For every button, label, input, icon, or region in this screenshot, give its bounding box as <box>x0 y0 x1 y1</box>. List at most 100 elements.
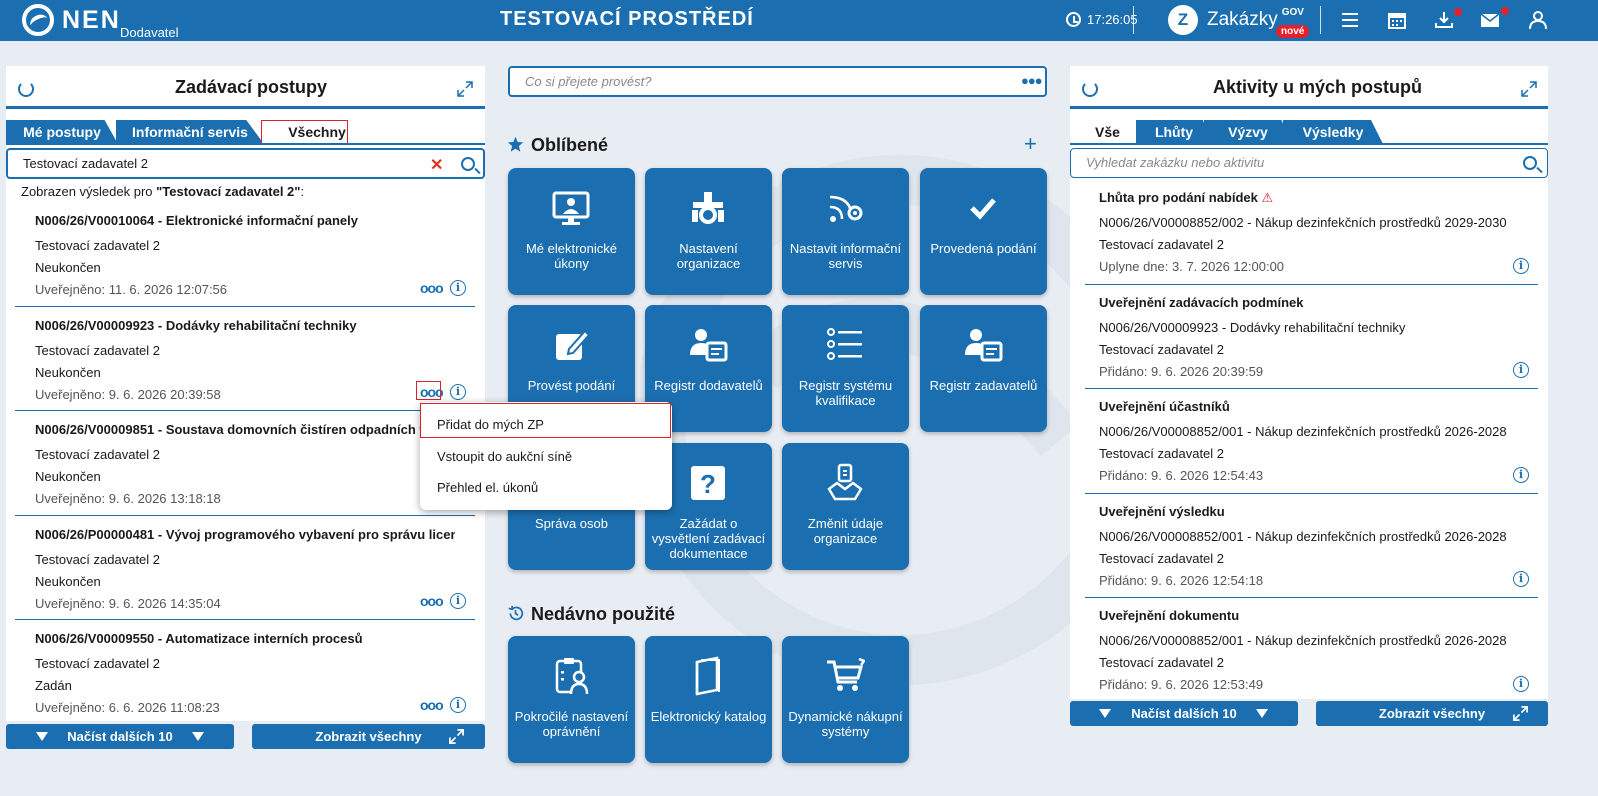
info-icon[interactable]: i <box>1513 676 1529 692</box>
activities-search[interactable]: Vyhledat zakázku nebo aktivitu <box>1070 148 1548 178</box>
command-placeholder: Co si přejete provést? <box>525 74 652 89</box>
info-icon[interactable]: i <box>1513 467 1529 483</box>
activity-item[interactable]: Uveřejnění dokumentu N006/26/V00008852/0… <box>1099 608 1539 696</box>
more-icon[interactable]: ooo <box>420 697 444 713</box>
activity-ref: N006/26/V00008852/001 - Nákup dezinfekčn… <box>1099 529 1507 544</box>
person-card-icon <box>965 329 1003 362</box>
info-icon[interactable]: i <box>450 593 466 609</box>
chevron-down-icon <box>1256 709 1268 718</box>
tile-organization-settings[interactable]: Nastavení organizace <box>645 168 772 295</box>
show-all-button[interactable]: Zobrazit všechny <box>252 724 485 749</box>
procedure-item[interactable]: N006/26/V00009923 - Dodávky rehabilitačn… <box>35 318 475 406</box>
menu-item-electronic-actions-overview[interactable]: Přehled el. úkonů <box>437 480 538 495</box>
procedure-title[interactable]: N006/26/V00009851 - Soustava domovních č… <box>35 422 425 444</box>
tab-calls[interactable]: Výzvy <box>1204 120 1292 144</box>
info-icon[interactable]: i <box>1513 258 1529 274</box>
search-input-value[interactable]: Testovací zadavatel 2 <box>23 156 148 171</box>
calendar-icon[interactable] <box>1387 11 1407 29</box>
procedure-date: Uveřejněno: 11. 6. 2026 12:07:56 <box>35 282 228 297</box>
tile-info-service-settings[interactable]: Nastavit informační servis <box>782 168 909 295</box>
activity-item[interactable]: Uveřejnění účastníků N006/26/V00008852/0… <box>1099 399 1539 487</box>
activity-title[interactable]: Uveřejnění zadávacích podmínek <box>1099 295 1489 317</box>
procedure-item[interactable]: N006/26/V00010064 - Elektronické informa… <box>35 213 475 301</box>
show-all-label: Zobrazit všechny <box>315 729 422 744</box>
tile-my-electronic-actions[interactable]: Mé elektronické úkony <box>508 168 635 295</box>
tile-electronic-catalog[interactable]: Elektronický katalog <box>645 636 772 763</box>
procedure-status: Neukončen <box>35 365 101 380</box>
clear-icon[interactable]: ✕ <box>430 155 443 175</box>
refresh-icon[interactable] <box>18 81 34 97</box>
tab-all-activities[interactable]: Vše <box>1070 120 1145 144</box>
menu-icon[interactable] <box>1340 11 1360 29</box>
activity-org: Testovací zadavatel 2 <box>1099 342 1225 357</box>
load-more-activities-button[interactable]: Načíst dalších 10 <box>1070 701 1298 726</box>
info-icon[interactable]: i <box>450 280 466 296</box>
highlight-frame <box>416 381 441 400</box>
checkmark-icon <box>970 198 996 220</box>
show-all-activities-button[interactable]: Zobrazit všechny <box>1316 701 1548 726</box>
expand-icon[interactable] <box>1520 80 1538 98</box>
tile-advanced-permissions[interactable]: Pokročilé nastavení oprávnění <box>508 636 635 763</box>
activity-title[interactable]: Lhůta pro podání nabídek <box>1099 190 1258 205</box>
activity-title[interactable]: Uveřejnění výsledku <box>1099 504 1489 526</box>
procedure-item[interactable]: N006/26/P00000481 - Vývoj programového v… <box>35 527 475 615</box>
tile-dynamic-purchasing-systems[interactable]: Dynamické nákupní systémy <box>782 636 909 763</box>
activity-item[interactable]: Lhůta pro podání nabídek ⚠ N006/26/V0000… <box>1099 190 1539 278</box>
search-icon[interactable] <box>461 157 475 171</box>
procedure-status: Neukončen <box>35 469 101 484</box>
tile-label: Nastavení organizace <box>676 241 741 271</box>
zakazky-gov-link[interactable]: Z Zakázky GOV nové <box>1168 5 1310 38</box>
procedure-title[interactable]: N006/26/V00009550 - Automatizace interní… <box>35 631 425 653</box>
refresh-icon[interactable] <box>1082 81 1098 97</box>
activity-item[interactable]: Uveřejnění zadávacích podmínek N006/26/V… <box>1099 295 1539 383</box>
info-icon[interactable]: i <box>1513 571 1529 587</box>
highlight-frame <box>261 120 348 144</box>
activity-title[interactable]: Uveřejnění účastníků <box>1099 399 1489 421</box>
tab-my-procedures[interactable]: Mé postupy <box>6 120 118 144</box>
tile-label: Mé elektronické úkony <box>525 241 618 271</box>
chevron-down-icon <box>192 732 204 741</box>
command-search[interactable]: Co si přejete provést? ●●● <box>508 66 1047 97</box>
item-divider <box>15 619 475 620</box>
procedure-status: Neukončen <box>35 574 101 589</box>
header-divider <box>1320 6 1321 34</box>
tab-deadlines[interactable]: Lhůty <box>1136 120 1212 144</box>
logo-subtitle: Dodavatel <box>120 25 179 40</box>
expand-icon[interactable] <box>456 80 474 98</box>
search-icon[interactable] <box>1523 156 1537 170</box>
activity-title[interactable]: Uveřejnění dokumentu <box>1099 608 1489 630</box>
procedure-title[interactable]: N006/26/V00010064 - Elektronické informa… <box>35 213 425 235</box>
tile-change-organization-data[interactable]: Změnit údaje organizace <box>782 443 909 570</box>
menu-item-enter-auction-room[interactable]: Vstoupit do aukční síně <box>437 449 572 464</box>
mail-icon[interactable] <box>1480 11 1500 29</box>
more-icon[interactable]: ●●● <box>1021 73 1043 88</box>
svg-text:?: ? <box>700 469 716 499</box>
procedure-item[interactable]: N006/26/V00009851 - Soustava domovních č… <box>35 422 475 510</box>
add-icon[interactable]: + <box>1024 131 1037 157</box>
download-icon[interactable] <box>1434 11 1454 29</box>
list-icon <box>827 328 862 360</box>
activity-item[interactable]: Uveřejnění výsledku N006/26/V00008852/00… <box>1099 504 1539 592</box>
more-icon[interactable]: ooo <box>420 280 444 296</box>
procedure-title[interactable]: N006/26/V00009923 - Dodávky rehabilitačn… <box>35 318 425 340</box>
nen-logo[interactable]: NEN <box>22 4 121 36</box>
info-icon[interactable]: i <box>1513 362 1529 378</box>
tile-qualification-registry[interactable]: Registr systému kvalifikace <box>782 305 909 432</box>
user-icon[interactable] <box>1528 11 1548 29</box>
tab-results[interactable]: Výsledky <box>1283 120 1383 144</box>
activity-date: Přidáno: 9. 6. 2026 12:54:43 <box>1099 468 1264 483</box>
more-icon[interactable]: ooo <box>420 593 444 609</box>
procedures-search[interactable]: Testovací zadavatel 2 ✕ <box>6 148 485 179</box>
favorites-title: Oblíbené <box>531 135 609 155</box>
tile-submitted-filings[interactable]: Provedená podání <box>920 168 1047 295</box>
tile-contracting-authority-registry[interactable]: Registr zadavatelů <box>920 305 1047 432</box>
procedure-date: Uveřejněno: 6. 6. 2026 11:08:23 <box>35 700 220 715</box>
info-icon[interactable]: i <box>450 384 466 400</box>
load-more-button[interactable]: Načíst dalších 10 <box>6 724 234 749</box>
top-header: NEN Dodavatel TESTOVACÍ PROSTŘEDÍ 17:26:… <box>0 0 1598 41</box>
procedure-item[interactable]: N006/26/V00009550 - Automatizace interní… <box>35 631 475 719</box>
info-icon[interactable]: i <box>450 697 466 713</box>
person-card-icon <box>690 329 728 362</box>
tab-information-service[interactable]: Informační servis <box>116 120 264 144</box>
procedure-title[interactable]: N006/26/P00000481 - Vývoj programového v… <box>35 527 455 549</box>
